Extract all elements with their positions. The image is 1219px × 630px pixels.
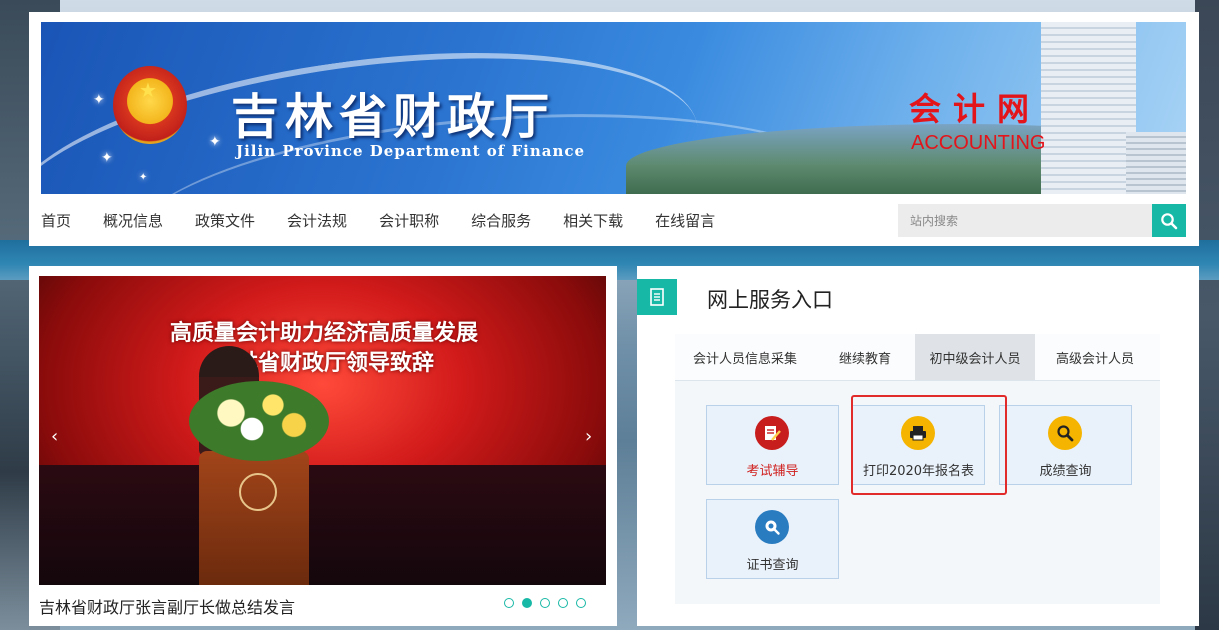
slide-dot[interactable] bbox=[504, 598, 514, 608]
site-subtitle: Jilin Province Department of Finance bbox=[236, 142, 586, 160]
nav-item-services[interactable]: 综合服务 bbox=[471, 210, 531, 231]
nav-item-home[interactable]: 首页 bbox=[41, 210, 71, 231]
score-query-label: 成绩查询 bbox=[1039, 464, 1092, 479]
tab-continuing-education[interactable]: 继续教育 bbox=[815, 334, 915, 380]
podium bbox=[199, 451, 309, 585]
slide-dot[interactable] bbox=[576, 598, 586, 608]
accounting-title: 会计网 bbox=[909, 90, 1042, 128]
site-title: 吉林省财政厅 bbox=[231, 89, 556, 145]
star-icon: ★ bbox=[139, 78, 157, 102]
nav-item-regulations[interactable]: 会计法规 bbox=[287, 210, 347, 231]
certificate-query-label: 证书查询 bbox=[746, 558, 799, 573]
slide-next-icon[interactable]: › bbox=[585, 426, 592, 447]
sparkle-icon: ✦ bbox=[101, 150, 113, 166]
sparkle-icon: ✦ bbox=[209, 134, 221, 150]
nav-item-policy[interactable]: 政策文件 bbox=[195, 210, 255, 231]
nav-item-downloads[interactable]: 相关下载 bbox=[563, 210, 623, 231]
services-header-badge bbox=[637, 279, 677, 315]
sparkle-icon: ✦ bbox=[139, 172, 148, 183]
slide-stage bbox=[39, 465, 606, 585]
certificate-query-card[interactable]: 证书查询 bbox=[706, 499, 839, 579]
exam-tutoring-card[interactable]: 考试辅导 bbox=[706, 405, 839, 485]
national-emblem-icon: ★ bbox=[113, 66, 187, 144]
score-query-card[interactable]: 成绩查询 bbox=[999, 405, 1132, 485]
site-header: ✦ ✦ ✦ ✦ ★ 吉林省财政厅 Jilin Province Departme… bbox=[29, 12, 1199, 246]
services-title: 网上服务入口 bbox=[707, 288, 833, 312]
slide-pagination bbox=[504, 598, 594, 608]
search-button[interactable] bbox=[1152, 204, 1186, 237]
slide-text-line-1: 高质量会计助力经济高质量发展 bbox=[169, 320, 478, 346]
slide-dot-active[interactable] bbox=[522, 598, 532, 608]
podium-logo-icon bbox=[239, 473, 277, 511]
search-input[interactable] bbox=[898, 204, 1152, 237]
sparkle-icon: ✦ bbox=[93, 92, 105, 108]
pencil-paper-icon bbox=[755, 416, 789, 450]
banner-building bbox=[1041, 22, 1136, 194]
site-search bbox=[898, 204, 1186, 237]
nav-item-titles[interactable]: 会计职称 bbox=[379, 210, 439, 231]
slide-dot[interactable] bbox=[558, 598, 568, 608]
nav-item-overview[interactable]: 概况信息 bbox=[103, 210, 163, 231]
slide-dot[interactable] bbox=[540, 598, 550, 608]
exam-tutoring-label: 考试辅导 bbox=[746, 464, 799, 479]
certificate-search-icon bbox=[755, 510, 789, 544]
flower-arrangement bbox=[189, 381, 329, 461]
accounting-subtitle: ACCOUNTING bbox=[911, 132, 1046, 154]
magnifier-icon bbox=[1048, 416, 1082, 450]
news-slide-image[interactable]: 高质量会计助力经济高质量发展 吉林省财政厅领导致辞 ‹ › bbox=[39, 276, 606, 585]
services-tabs: 会计人员信息采集 继续教育 初中级会计人员 高级会计人员 bbox=[675, 334, 1160, 381]
tab-info-collection[interactable]: 会计人员信息采集 bbox=[675, 334, 815, 380]
main-nav: 首页 概况信息 政策文件 会计法规 会计职称 综合服务 相关下载 在线留言 bbox=[41, 200, 747, 240]
header-banner: ✦ ✦ ✦ ✦ ★ 吉林省财政厅 Jilin Province Departme… bbox=[41, 22, 1186, 194]
highlight-box bbox=[851, 395, 1007, 495]
tab-junior-mid-accountants[interactable]: 初中级会计人员 bbox=[915, 334, 1035, 380]
slide-text-line-2: 吉林省财政厅领导致辞 bbox=[213, 350, 434, 376]
tab-senior-accountants[interactable]: 高级会计人员 bbox=[1035, 334, 1155, 380]
news-panel: 高质量会计助力经济高质量发展 吉林省财政厅领导致辞 ‹ › 吉林省财政厅张言副厅… bbox=[29, 266, 617, 626]
slide-prev-icon[interactable]: ‹ bbox=[51, 426, 58, 447]
banner-building-small bbox=[1126, 132, 1186, 194]
document-icon bbox=[650, 288, 664, 306]
nav-item-messages[interactable]: 在线留言 bbox=[655, 210, 715, 231]
news-caption[interactable]: 吉林省财政厅张言副厅长做总结发言 bbox=[39, 594, 295, 618]
slide-screen-text: 高质量会计助力经济高质量发展 吉林省财政厅领导致辞 bbox=[94, 318, 554, 378]
search-icon bbox=[1161, 212, 1178, 229]
